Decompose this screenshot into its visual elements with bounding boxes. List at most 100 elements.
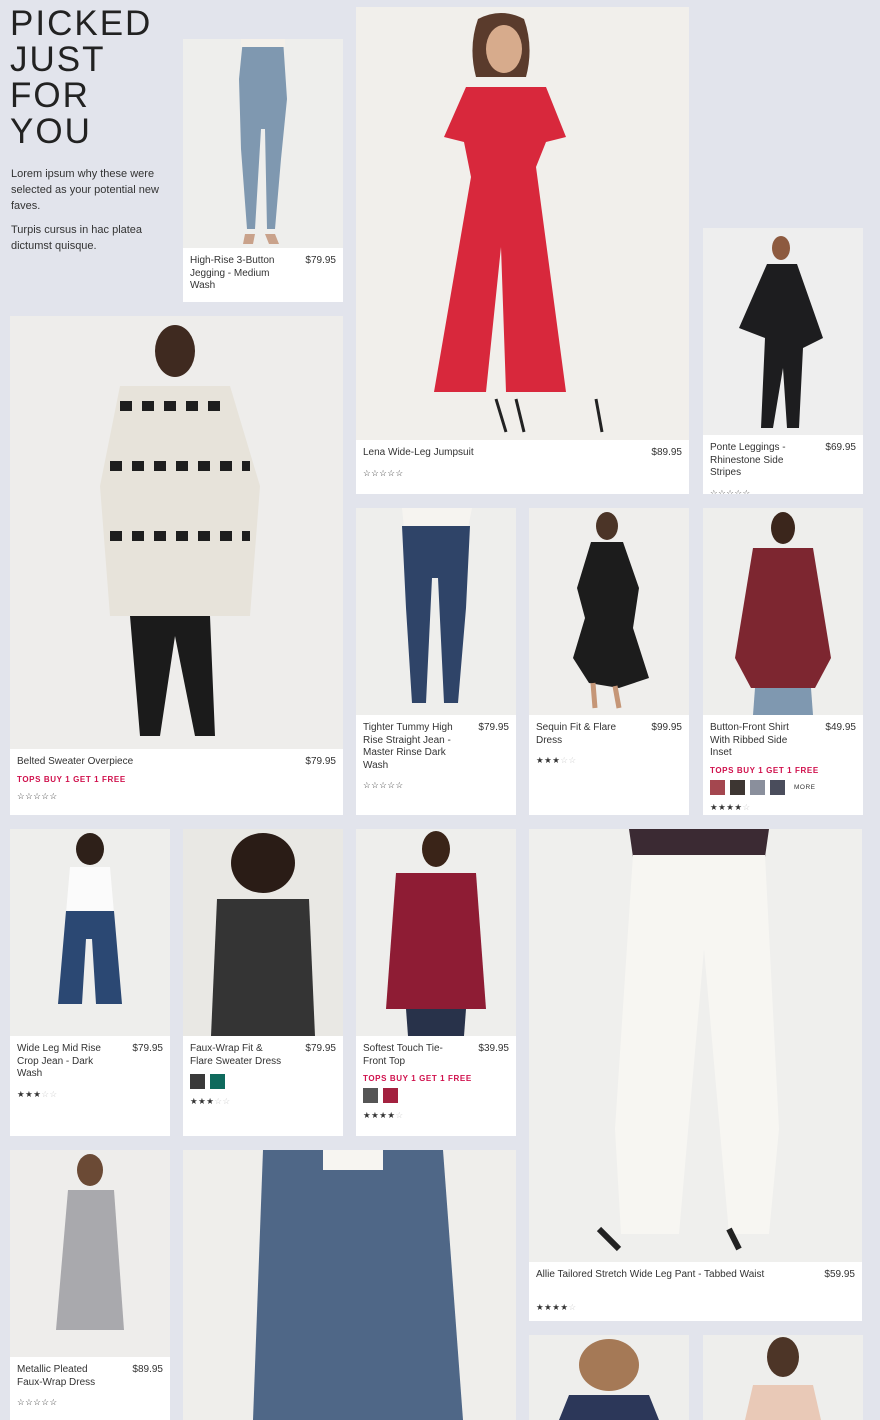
product-image[interactable] [10, 1150, 170, 1357]
product-image[interactable] [529, 1335, 689, 1420]
product-price: $79.95 [132, 1043, 163, 1054]
color-swatch[interactable] [770, 779, 785, 795]
product-name[interactable]: Ponte Leggings - Rhinestone Side Stripes [710, 442, 806, 480]
product-image[interactable] [356, 7, 689, 440]
star-icon: ★ [363, 1110, 372, 1120]
product-image[interactable] [10, 829, 170, 1036]
star-icon: ☆ [41, 790, 50, 801]
promo-badge: TOPS BUY 1 GET 1 FREE [363, 1074, 472, 1083]
product-price: $59.95 [824, 1269, 855, 1280]
product-name[interactable]: Faux-Wrap Fit & Flare Sweater Dress [190, 1043, 286, 1068]
product-image[interactable] [356, 508, 516, 715]
product-image[interactable] [183, 1150, 516, 1420]
product-name[interactable]: Softest Touch Tie-Front Top [363, 1043, 459, 1068]
product-card[interactable]: Sequin Fit & Flare Dress $99.95 ★★★☆☆ [529, 508, 689, 815]
product-card[interactable]: High-Rise 3-Button Jegging - Medium Wash… [183, 39, 343, 302]
star-icon: ☆ [214, 301, 222, 303]
product-name[interactable]: Sequin Fit & Flare Dress [536, 722, 632, 747]
product-price: $39.95 [478, 1043, 509, 1054]
star-rating[interactable]: ★★★☆☆ [190, 1096, 231, 1107]
product-price: $79.95 [305, 1043, 336, 1054]
product-image[interactable] [703, 508, 863, 715]
star-icon: ★ [190, 1096, 199, 1106]
product-name[interactable]: Wide Leg Mid Rise Crop Jean - Dark Wash [17, 1043, 113, 1081]
color-swatch[interactable] [363, 1088, 378, 1103]
product-price: $49.95 [825, 722, 856, 733]
star-icon: ☆ [734, 487, 743, 495]
star-rating[interactable]: ☆☆☆☆☆ [363, 468, 404, 479]
product-image[interactable] [703, 228, 863, 435]
product-image[interactable] [10, 316, 343, 749]
star-icon: ☆ [560, 755, 569, 765]
star-rating[interactable]: ☆☆☆☆☆ [190, 301, 231, 303]
promo-badge: TOPS BUY 1 GET 1 FREE [17, 774, 126, 784]
product-card[interactable]: Wide Leg Mid Rise Crop Jean - Dark Wash $… [10, 829, 170, 1136]
product-name[interactable]: High-Rise 3-Button Jegging - Medium Wash [190, 255, 286, 293]
star-icon: ☆ [17, 1397, 26, 1407]
color-swatch[interactable] [190, 1074, 205, 1089]
product-image[interactable] [356, 829, 516, 1036]
product-image[interactable] [183, 829, 343, 1036]
product-image[interactable] [529, 508, 689, 715]
product-image[interactable] [183, 39, 343, 248]
star-icon: ☆ [190, 301, 198, 303]
product-card[interactable]: Lena Wide-Leg Jumpsuit $89.95 ☆☆☆☆☆ [356, 7, 689, 494]
product-card[interactable]: Ponte Leggings - Rhinestone Side Stripes… [703, 228, 863, 494]
color-swatch[interactable] [730, 779, 745, 795]
star-icon: ☆ [742, 801, 751, 812]
star-icon: ☆ [395, 1110, 404, 1120]
product-name[interactable]: Metallic Pleated Faux-Wrap Dress [17, 1364, 113, 1389]
product-card[interactable] [183, 1150, 516, 1420]
product-card[interactable]: Metallic Pleated Faux-Wrap Dress $89.95 ☆ ☆… [10, 1150, 170, 1420]
star-icon: ★ [387, 1110, 396, 1120]
product-price: $79.95 [478, 722, 509, 733]
product-price: $69.95 [825, 442, 856, 453]
product-image[interactable] [703, 1335, 863, 1420]
color-swatch[interactable] [383, 1088, 398, 1103]
star-icon: ★ [536, 755, 545, 765]
color-swatches [190, 1074, 225, 1089]
star-icon: ☆ [395, 467, 404, 478]
product-card[interactable]: Button-Front Shirt With Ribbed Side Inse… [703, 508, 863, 815]
color-swatches: MORE [710, 779, 816, 795]
product-card[interactable] [529, 1335, 689, 1420]
star-icon: ☆ [17, 790, 26, 801]
star-icon: ☆ [742, 487, 751, 495]
product-name[interactable]: Lena Wide-Leg Jumpsuit [363, 447, 593, 460]
product-image[interactable] [529, 829, 862, 1262]
star-rating[interactable]: ☆☆☆☆☆ [17, 1397, 58, 1408]
product-card[interactable]: Faux-Wrap Fit & Flare Sweater Dress $79.9… [183, 829, 343, 1136]
product-name[interactable]: Button-Front Shirt With Ribbed Side Inse… [710, 722, 806, 760]
product-card[interactable] [703, 1335, 863, 1420]
star-rating[interactable]: ☆☆☆☆☆ [363, 780, 404, 791]
star-icon: ☆ [49, 790, 58, 801]
product-card[interactable]: Belted Sweater Overpiece $79.95 TOPS BUY 1… [10, 316, 343, 815]
star-icon: ☆ [568, 755, 577, 765]
color-swatch[interactable] [210, 1074, 225, 1089]
star-icon: ☆ [363, 780, 372, 790]
product-name[interactable]: Allie Tailored Stretch Wide Leg Pant - T… [536, 1269, 766, 1282]
star-rating[interactable]: ★★★★☆ [536, 1302, 577, 1313]
intro-text: Lorem ipsum why these were selected as y… [11, 166, 161, 262]
star-icon: ☆ [49, 1397, 58, 1407]
star-rating[interactable]: ☆☆☆☆☆ [710, 488, 751, 495]
product-price: $89.95 [132, 1364, 163, 1375]
product-card[interactable]: Tighter Tummy High Rise Straight Jean - … [356, 508, 516, 815]
star-rating[interactable]: ★★★★☆ [710, 802, 751, 813]
star-icon: ☆ [214, 1096, 223, 1106]
star-rating[interactable]: ★★★★☆ [363, 1110, 404, 1121]
star-rating[interactable]: ★★★☆☆ [17, 1089, 58, 1100]
intro-paragraph-2: Turpis cursus in hac platea dictumst qui… [11, 224, 143, 252]
star-rating[interactable]: ★★★☆☆ [536, 755, 577, 766]
star-icon: ★ [734, 801, 743, 812]
color-swatch[interactable] [750, 779, 765, 795]
product-card[interactable]: Softest Touch Tie-Front Top $39.95 TOPS BU… [356, 829, 516, 1136]
product-name[interactable]: Tighter Tummy High Rise Straight Jean - … [363, 722, 459, 772]
product-card[interactable]: Allie Tailored Stretch Wide Leg Pant - T… [529, 829, 862, 1321]
more-colors-link[interactable]: MORE [794, 784, 816, 791]
product-name[interactable]: Belted Sweater Overpiece [17, 756, 247, 769]
star-icon: ☆ [41, 1088, 50, 1099]
star-rating[interactable]: ☆☆☆☆☆ [17, 791, 58, 802]
star-icon: ★ [560, 1302, 569, 1312]
color-swatch[interactable] [710, 779, 725, 795]
